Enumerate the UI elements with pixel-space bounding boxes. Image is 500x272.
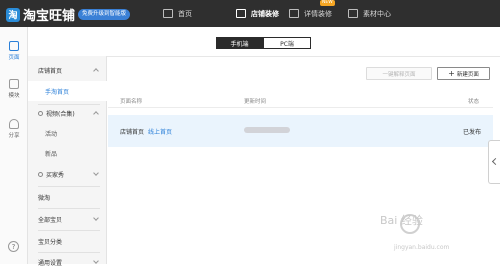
watermark: Bai 经验 — [380, 214, 423, 227]
nav-home[interactable]: 首页 — [163, 0, 192, 27]
sidebar-item-activity[interactable]: 活动 — [28, 123, 107, 143]
circle-icon — [38, 171, 43, 177]
new-page-button[interactable]: + 新建页面 — [437, 67, 490, 80]
page-name: 店铺首页 — [120, 129, 145, 136]
batch-action-button[interactable]: 一键解释页面 — [366, 67, 432, 80]
toggle-pc[interactable]: PC端 — [263, 37, 311, 49]
taobao-logo-icon: 淘 — [6, 7, 20, 22]
lock-icon — [9, 119, 19, 129]
chevron-up-icon — [93, 68, 99, 74]
chevron-left-icon — [491, 157, 500, 166]
app-logo-text: 淘宝旺铺 — [23, 9, 76, 24]
nav-material-center[interactable]: 素材中心 — [348, 0, 391, 27]
home-icon — [163, 9, 173, 18]
chevron-down-icon — [93, 215, 99, 221]
sidebar-item-general-settings[interactable]: 通用设置 — [28, 252, 107, 272]
chevron-down-icon — [93, 170, 99, 176]
online-home-tag[interactable]: 线上首页 — [148, 127, 172, 136]
sidebar-item-store-home[interactable]: 店铺首页 — [28, 60, 107, 80]
sidebar-item-all-items[interactable]: 全部宝贝 — [28, 209, 107, 229]
table-header: 页面名称 更新时间 状态 — [108, 92, 493, 108]
column-header-status: 状态 — [468, 99, 480, 105]
modules-icon — [9, 79, 19, 89]
chevron-down-icon — [93, 258, 99, 264]
decoration-icon — [236, 9, 246, 18]
sidebar-item-video[interactable]: 视频(合集) — [28, 103, 107, 123]
left-rail: 页面 模块 分享 ? — [0, 27, 28, 264]
status-badge: 已发布 — [463, 129, 482, 136]
rail-share[interactable]: 分享 — [0, 119, 28, 139]
page-sidebar: 店铺首页 手淘首页 视频(合集) 活动 新品 买家秀 微淘 全部宝贝 宝贝分类 … — [28, 56, 107, 267]
circle-icon — [38, 110, 43, 116]
nav-store-decoration[interactable]: 店铺装修 — [236, 0, 279, 27]
sidebar-item-buyer-show[interactable]: 买家秀 — [28, 164, 107, 184]
top-navigation-bar: 淘 淘宝旺铺 免费升级到智能版 首页 店铺装修 详情装修 NEW 素材中心 — [0, 0, 500, 27]
right-collapse-tab[interactable] — [488, 140, 500, 184]
help-icon[interactable]: ? — [8, 241, 19, 252]
column-header-updated: 更新时间 — [244, 99, 267, 105]
app-logo[interactable]: 淘 淘宝旺铺 免费升级到智能版 — [6, 5, 131, 24]
rail-modules[interactable]: 模块 — [0, 79, 28, 99]
sidebar-item-categories[interactable]: 宝贝分类 — [28, 231, 107, 251]
toggle-mobile[interactable]: 手机端 — [216, 37, 263, 49]
sidebar-item-mobile-home[interactable]: 手淘首页 — [28, 81, 107, 101]
chevron-up-icon — [93, 111, 99, 117]
table-row[interactable]: 店铺首页 线上首页 已发布 — [108, 115, 493, 147]
plus-icon: + — [448, 69, 455, 78]
sidebar-item-weitao[interactable]: 微淘 — [28, 187, 107, 207]
rail-pages[interactable]: 页面 — [0, 41, 28, 61]
column-header-name: 页面名称 — [120, 99, 143, 105]
upgrade-badge[interactable]: 免费升级到智能版 — [78, 9, 131, 20]
blurred-update-time — [244, 127, 290, 133]
sidebar-item-new[interactable]: 新品 — [28, 143, 107, 163]
detail-icon — [289, 9, 299, 18]
pages-icon — [9, 41, 19, 51]
folder-icon — [348, 9, 358, 18]
new-badge: NEW — [320, 0, 335, 6]
watermark-url: jingyan.baidu.com — [394, 244, 450, 251]
